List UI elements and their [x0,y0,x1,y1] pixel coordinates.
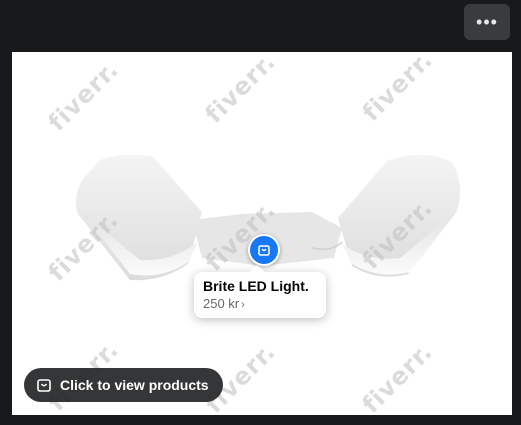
more-options-button[interactable]: ••• [464,4,510,40]
product-price-row: 250 kr › [203,295,317,314]
product-tag-tooltip[interactable]: Brite LED Light. 250 kr › [194,265,326,318]
shopping-bag-icon [258,245,270,256]
product-name: Brite LED Light. [203,278,309,294]
more-horizontal-icon: ••• [476,11,498,32]
product-price: 250 kr [203,296,240,311]
view-products-button[interactable]: Click to view products [24,368,223,402]
product-tag-button[interactable] [248,234,280,266]
chevron-right-icon: › [241,299,245,311]
view-products-label: Click to view products [60,377,209,393]
post-image[interactable]: fiverr. fiverr. fiverr. fiverr. fiverr. … [12,52,512,415]
shopping-bag-icon [37,379,51,392]
